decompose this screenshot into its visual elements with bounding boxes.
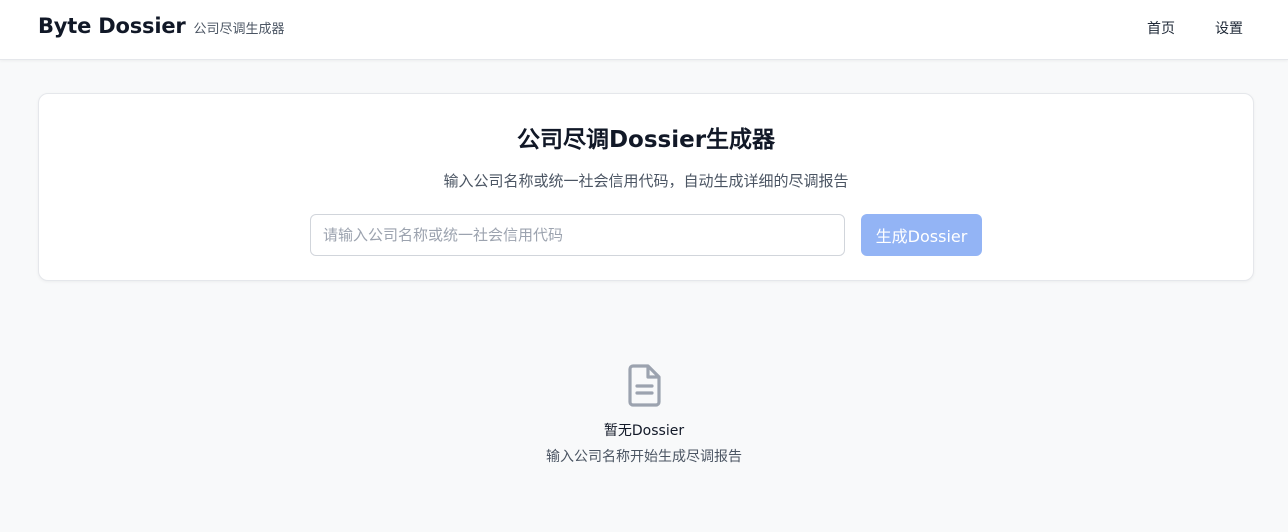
- generate-dossier-button[interactable]: 生成Dossier: [861, 214, 982, 256]
- nav-link-settings[interactable]: 设置: [1215, 18, 1243, 38]
- main-nav: 首页 设置: [1147, 18, 1243, 38]
- brand: Byte Dossier 公司尽调生成器: [38, 14, 285, 38]
- page-description: 输入公司名称或统一社会信用代码，自动生成详细的尽调报告: [443, 172, 849, 190]
- empty-state-title: 暂无Dossier: [603, 423, 685, 439]
- empty-state: 暂无Dossier 输入公司名称开始生成尽调报告: [0, 362, 1288, 466]
- brand-subtitle: 公司尽调生成器: [193, 22, 285, 37]
- document-icon: [624, 362, 664, 408]
- empty-state-description: 输入公司名称开始生成尽调报告: [546, 449, 742, 465]
- company-search-input[interactable]: [310, 214, 845, 256]
- generator-card: 公司尽调Dossier生成器 输入公司名称或统一社会信用代码，自动生成详细的尽调…: [38, 93, 1254, 281]
- brand-name[interactable]: Byte Dossier: [38, 14, 186, 38]
- page-title: 公司尽调Dossier生成器: [516, 127, 776, 153]
- top-navbar: Byte Dossier 公司尽调生成器 首页 设置: [0, 0, 1288, 60]
- nav-link-home[interactable]: 首页: [1147, 18, 1175, 38]
